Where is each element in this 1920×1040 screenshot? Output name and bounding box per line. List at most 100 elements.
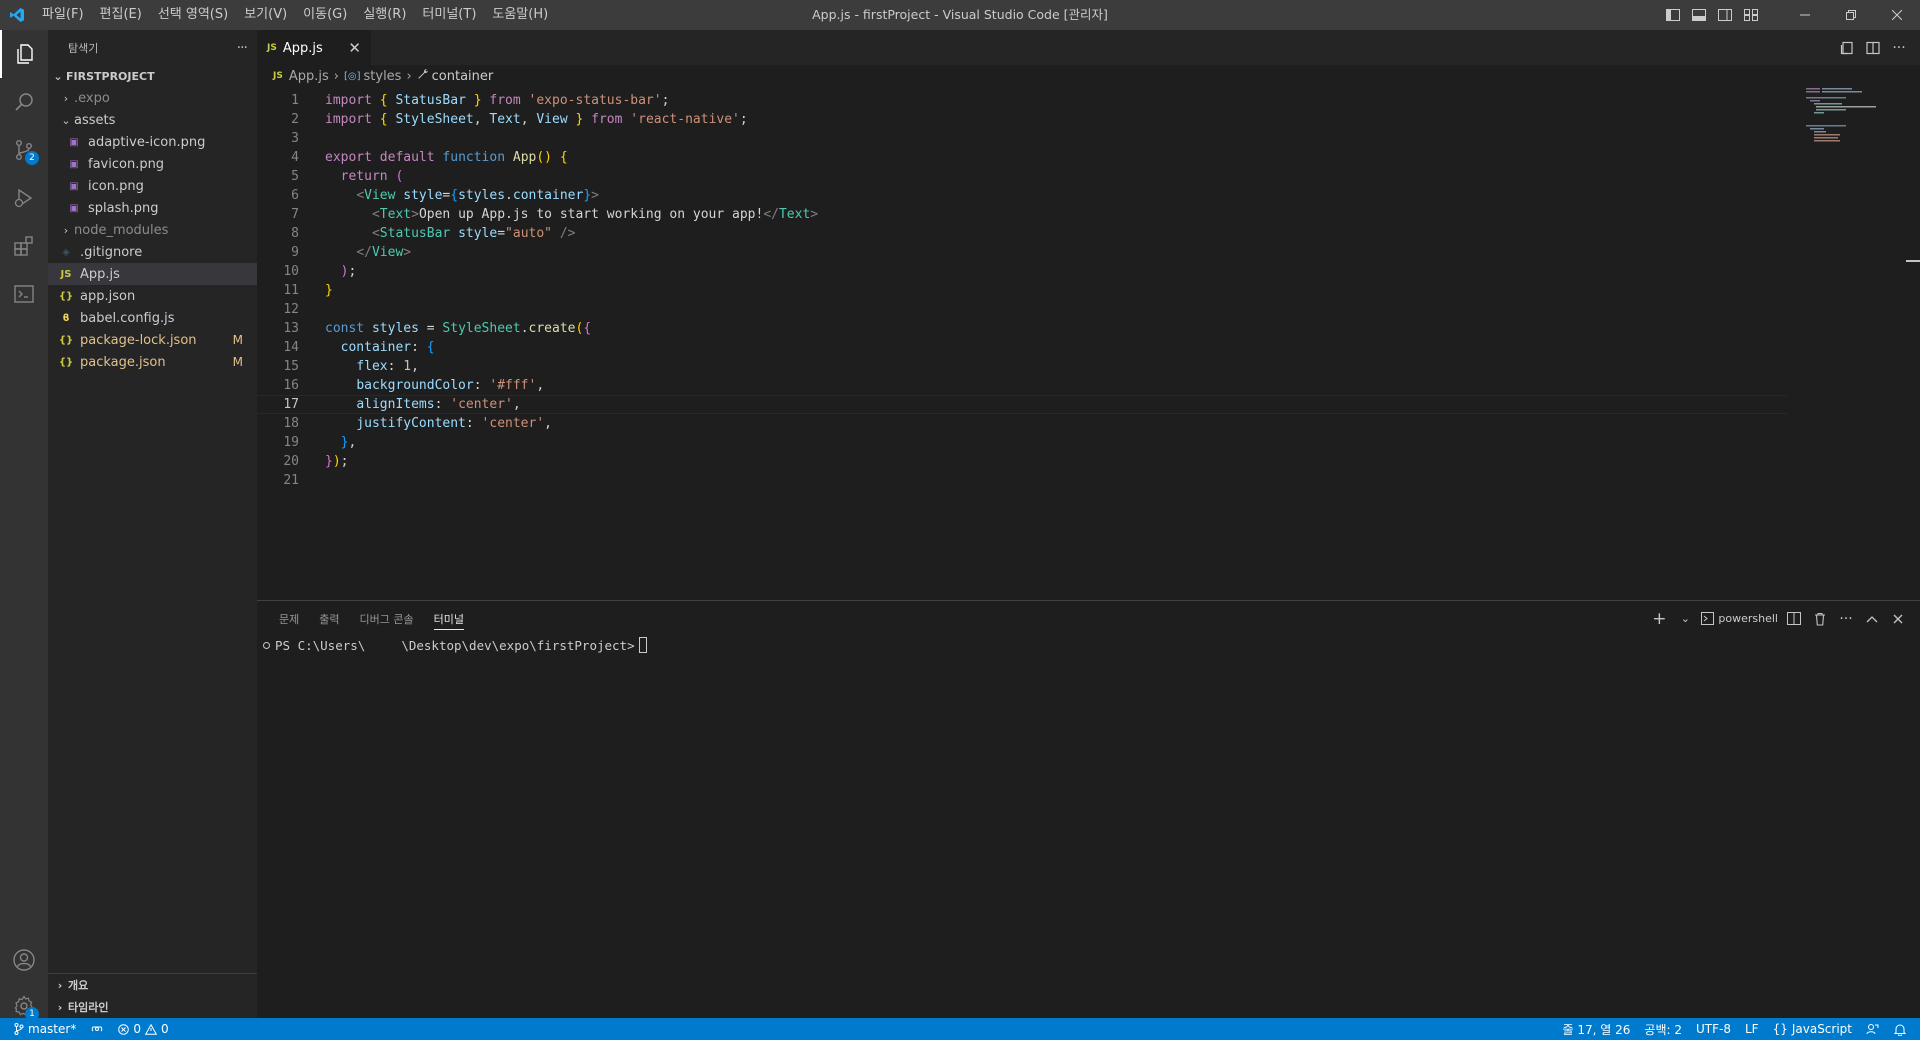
code-line[interactable]: 8 <StatusBar style="auto" /> [257,224,1787,243]
notifications-bell-icon[interactable] [1887,1018,1920,1040]
trash-icon[interactable] [1810,612,1830,626]
project-folder[interactable]: ⌄ FIRSTPROJECT [48,65,257,87]
minimize-icon[interactable] [1782,0,1828,30]
tree-folder[interactable]: › .expo [48,87,257,109]
terminal-output[interactable]: PS C:\Users\ \Desktop\dev\expo\firstProje… [257,636,1920,654]
code-line[interactable]: 17 alignItems: 'center', [257,395,1787,414]
sync-icon[interactable] [83,1018,111,1040]
split-editor-icon[interactable] [1860,41,1886,55]
chevron-right-icon: › [406,68,412,84]
account-icon[interactable] [0,936,48,984]
code-line[interactable]: 10 ); [257,262,1787,281]
menu-help[interactable]: 도움말(H) [484,0,556,30]
code-line[interactable]: 16 backgroundColor: '#fff', [257,376,1787,395]
menu-run[interactable]: 실행(R) [355,0,414,30]
code-line[interactable]: 15 flex: 1, [257,357,1787,376]
sidebar-more-icon[interactable]: ··· [237,40,248,56]
tree-file[interactable]: {} package-lock.json M [48,329,257,351]
tree-folder[interactable]: ⌄ assets [48,109,257,131]
js-file-icon: JS [60,268,72,280]
close-panel-icon[interactable] [1888,614,1908,624]
search-icon[interactable] [0,78,48,126]
tree-file[interactable]: ϐ babel.config.js [48,307,257,329]
code-line[interactable]: 4 export default function App() { [257,148,1787,167]
code-line[interactable]: 9 </View> [257,243,1787,262]
tree-file[interactable]: JS App.js [48,263,257,285]
code-line[interactable]: 18 justifyContent: 'center', [257,414,1787,433]
code-line[interactable]: 6 <View style={styles.container}> [257,186,1787,205]
tree-file[interactable]: ▣ adaptive-icon.png [48,131,257,153]
cursor-position[interactable]: 줄 17, 열 26 [1556,1018,1638,1040]
code-line[interactable]: 21 [257,471,1787,490]
explorer-icon[interactable] [0,30,48,78]
new-terminal-icon[interactable]: + [1649,609,1669,629]
chevron-down-icon[interactable]: ⌄ [1675,612,1695,625]
code-line[interactable]: 3 [257,129,1787,148]
menu-file[interactable]: 파일(F) [34,0,92,30]
restore-icon[interactable] [1828,0,1874,30]
remote-explorer-icon[interactable] [0,270,48,318]
code-line[interactable]: 19 }, [257,433,1787,452]
menu-view[interactable]: 보기(V) [236,0,295,30]
code-line[interactable]: 12 [257,300,1787,319]
code-line[interactable]: 13 const styles = StyleSheet.create({ [257,319,1787,338]
split-terminal-icon[interactable] [1784,612,1804,625]
toggle-panel-icon[interactable] [1686,0,1712,30]
menu-terminal[interactable]: 터미널(T) [414,0,484,30]
tab-debug-console[interactable]: 디버그 콘솔 [350,601,424,636]
breadcrumb-file[interactable]: App.js [289,69,329,84]
code-line[interactable]: 1 import { StatusBar } from 'expo-status-… [257,91,1787,110]
tree-file[interactable]: ▣ favicon.png [48,153,257,175]
minimap[interactable] [1806,87,1906,147]
customize-layout-icon[interactable] [1738,0,1764,30]
tab-problems[interactable]: 문제 [269,601,309,636]
tab-output[interactable]: 출력 [309,601,349,636]
problems-indicator[interactable]: 0 0 [111,1018,175,1040]
indentation[interactable]: 공백: 2 [1637,1018,1689,1040]
code-line[interactable]: 5 return ( [257,167,1787,186]
maximize-panel-icon[interactable] [1862,615,1882,623]
outline-section[interactable]: › 개요 [48,974,257,996]
tree-file[interactable]: {} package.json M [48,351,257,373]
tree-folder[interactable]: › node_modules [48,219,257,241]
tab-terminal[interactable]: 터미널 [424,601,474,636]
toggle-primary-sidebar-icon[interactable] [1660,0,1686,30]
code-line[interactable]: 14 container: { [257,338,1787,357]
code-line[interactable]: 20}); [257,452,1787,471]
editor-tabs: JS App.js ✕ ··· [257,30,1920,65]
run-debug-icon[interactable] [0,174,48,222]
terminal-profile[interactable]: powershell [1701,612,1778,625]
extensions-icon[interactable] [0,222,48,270]
menu-go[interactable]: 이동(G) [295,0,355,30]
source-control-icon[interactable]: 2 [0,126,48,174]
toggle-secondary-sidebar-icon[interactable] [1712,0,1738,30]
code-line[interactable]: 7 <Text>Open up App.js to start working … [257,205,1787,224]
code-line[interactable]: 11} [257,281,1787,300]
tree-file[interactable]: ◈ .gitignore [48,241,257,263]
chevron-right-icon: › [57,1000,63,1014]
tree-file[interactable]: ▣ splash.png [48,197,257,219]
end-of-line[interactable]: LF [1738,1018,1766,1040]
breadcrumb-symbol-container[interactable]: container [432,69,494,84]
git-modified-badge: M [232,355,243,369]
close-window-icon[interactable] [1874,0,1920,30]
branch-indicator[interactable]: master* [0,1018,83,1040]
code-line[interactable]: 2 import { StyleSheet, Text, View } from … [257,110,1787,129]
breadcrumb-symbol-styles[interactable]: styles [364,69,402,84]
encoding[interactable]: UTF-8 [1689,1018,1738,1040]
feedback-icon[interactable] [1859,1018,1887,1040]
menu-edit[interactable]: 편집(E) [92,0,150,30]
tree-file[interactable]: ▣ icon.png [48,175,257,197]
close-tab-icon[interactable]: ✕ [348,39,361,57]
language-mode[interactable]: {} JavaScript [1766,1018,1859,1040]
more-actions-icon[interactable]: ··· [1836,611,1856,627]
menu-selection[interactable]: 선택 영역(S) [150,0,236,30]
open-changes-icon[interactable] [1834,41,1860,55]
code-editor[interactable]: 1 import { StatusBar } from 'expo-status-… [257,87,1920,577]
tab-app-js[interactable]: JS App.js ✕ [257,30,371,65]
timeline-section[interactable]: › 타임라인 [48,996,257,1018]
code-text: backgroundColor: '#fff', [356,378,545,393]
json-file-icon: {} [58,334,74,346]
tree-file[interactable]: {} app.json [48,285,257,307]
more-actions-icon[interactable]: ··· [1886,40,1912,56]
